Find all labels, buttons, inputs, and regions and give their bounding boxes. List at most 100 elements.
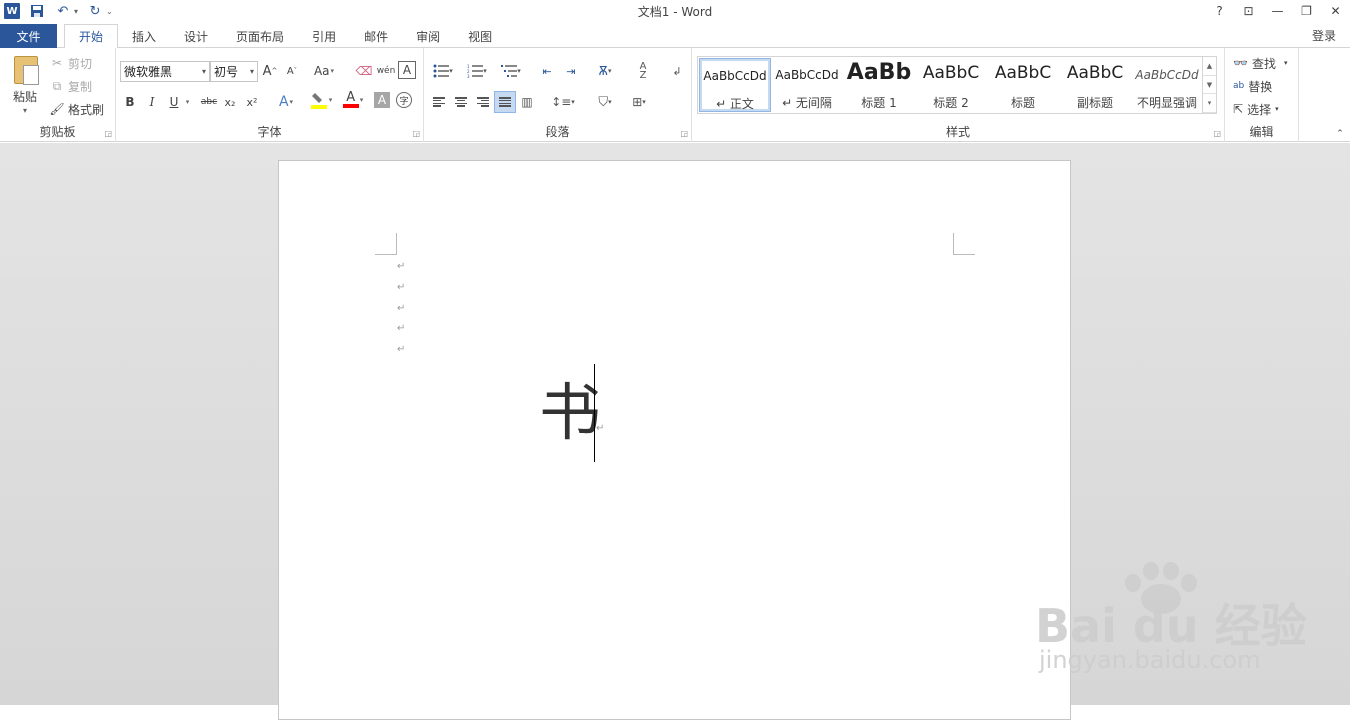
paste-label: 粘贴 (12, 90, 37, 104)
find-button[interactable]: 👓 查找 ▾ (1233, 52, 1287, 74)
restore-button[interactable]: ❐ (1292, 0, 1321, 22)
font-name-combo[interactable]: 微软雅黑 ▾ (120, 61, 210, 82)
cursor-arrow-icon: ⇱ (1233, 102, 1244, 116)
tab-view[interactable]: 视图 (454, 24, 506, 48)
tab-references[interactable]: 引用 (298, 24, 350, 48)
text-cursor (594, 364, 595, 462)
change-case-icon: Aa (313, 64, 330, 78)
style-heading-1[interactable]: AaBb 标题 1 (843, 58, 915, 112)
highlight-color-button[interactable]: ▾ (306, 90, 336, 110)
gallery-more-icon[interactable]: ▾ (1203, 94, 1216, 114)
tab-mailings[interactable]: 邮件 (350, 24, 402, 48)
paragraph-mark: ↵ (397, 323, 406, 334)
character-shading-button[interactable]: A (374, 92, 390, 108)
align-center-button[interactable] (450, 91, 472, 113)
enclose-characters-button[interactable]: 字 (396, 92, 412, 108)
svg-text:3: 3 (467, 74, 470, 78)
grow-font-icon: A (262, 63, 272, 79)
paste-button[interactable]: 粘贴 ▾ (6, 54, 44, 115)
sign-in-link[interactable]: 登录 (1312, 27, 1336, 44)
chinese-layout-button[interactable]: Ѫ ▾ (590, 60, 620, 82)
baidu-watermark: Bai du 经验 jingyan.baidu.com (1035, 560, 1307, 680)
decrease-indent-button[interactable]: ⇤ (536, 60, 558, 82)
close-button[interactable]: ✕ (1321, 0, 1350, 22)
numbering-button[interactable]: 1 2 3 ▾ (462, 60, 492, 82)
tab-file[interactable]: 文件 (0, 24, 57, 48)
tab-home[interactable]: 开始 (64, 24, 119, 49)
line-spacing-button[interactable]: ↕≡ ▾ (548, 91, 578, 113)
format-painter-button[interactable]: 🖌 格式刷 (49, 99, 104, 119)
show-formatting-marks-button[interactable]: ↲ (666, 60, 688, 82)
bullets-button[interactable]: ▾ (428, 60, 458, 82)
copy-label: 复制 (68, 79, 93, 94)
paste-dropdown-icon[interactable]: ▾ (6, 106, 44, 115)
font-launcher-icon[interactable]: ◲ (412, 129, 420, 138)
multilevel-list-button[interactable]: ▾ (496, 60, 526, 82)
cut-button[interactable]: ✂ 剪切 (50, 53, 92, 73)
clear-formatting-button[interactable]: ⌫ (354, 61, 374, 81)
underline-button[interactable]: U (164, 92, 184, 112)
subscript-button[interactable]: x₂ (220, 92, 240, 112)
help-button[interactable]: ? (1205, 0, 1234, 22)
italic-icon: I (149, 95, 155, 109)
styles-group-label: 样式 (945, 125, 970, 139)
minimize-button[interactable]: — (1263, 0, 1292, 22)
chevron-down-icon[interactable]: ▾ (250, 67, 254, 76)
title-bar: W ↶ ▾ ↻ ⌄ 文档1 - Word ? ⊡ — ❐ ✕ (0, 0, 1350, 22)
tab-page-layout[interactable]: 页面布局 (222, 24, 298, 48)
select-button[interactable]: ⇱ 选择 ▾ (1233, 98, 1279, 120)
bold-icon: B (125, 95, 135, 109)
strikethrough-button[interactable]: abc (198, 92, 220, 112)
distributed-button[interactable]: ▥ (516, 91, 538, 113)
tab-review[interactable]: 审阅 (402, 24, 454, 48)
tab-design[interactable]: 设计 (170, 24, 222, 48)
style-no-spacing[interactable]: AaBbCcDd ↵ 无间隔 (771, 58, 843, 112)
change-case-button[interactable]: Aa ▾ (310, 61, 338, 81)
gallery-down-icon[interactable]: ▼ (1203, 76, 1216, 95)
shading-button[interactable]: ⛉ ▾ (590, 91, 620, 113)
clipboard-launcher-icon[interactable]: ◲ (104, 129, 112, 138)
document-page[interactable]: ↵ ↵ ↵ ↵ ↵ 书 ↵ (278, 160, 1071, 720)
style-sample: AaBbCcDd (703, 69, 767, 83)
style-subtitle[interactable]: AaBbC 副标题 (1059, 58, 1131, 112)
bold-button[interactable]: B (120, 92, 140, 112)
style-subtle-emphasis[interactable]: AaBbCcDd 不明显强调 (1131, 58, 1203, 112)
phonetic-guide-button[interactable]: wén (376, 61, 396, 81)
clipboard-group: 粘贴 ▾ ✂ 剪切 ⧉ 复制 🖌 格式刷 剪贴板 ◲ (0, 48, 116, 142)
document-text[interactable]: 书 (539, 373, 601, 453)
collapse-ribbon-icon[interactable]: ⌃ (1330, 124, 1350, 144)
increase-indent-button[interactable]: ⇥ (560, 60, 582, 82)
styles-launcher-icon[interactable]: ◲ (1213, 129, 1221, 138)
font-size-combo[interactable]: 初号 ▾ (210, 61, 258, 82)
sort-button[interactable]: AZ (632, 60, 654, 82)
shrink-font-button[interactable]: Aˇ (282, 61, 302, 81)
style-normal[interactable]: AaBbCcDd ↵ 正文 (699, 58, 771, 112)
justify-button[interactable] (494, 91, 516, 113)
superscript-button[interactable]: x² (242, 92, 262, 112)
font-color-button[interactable]: A ▾ (338, 90, 368, 110)
underline-dropdown[interactable]: ▾ (182, 92, 192, 112)
italic-button[interactable]: I (142, 92, 162, 112)
clipboard-icon (14, 56, 39, 85)
paragraph-mark: ↵ (596, 423, 605, 434)
gallery-up-icon[interactable]: ▲ (1203, 57, 1216, 76)
font-name-value: 微软雅黑 (124, 65, 173, 79)
text-effects-button[interactable]: A ▾ (272, 92, 300, 112)
ribbon-tab-bar: 文件 开始 插入 设计 页面布局 引用 邮件 审阅 视图 登录 (0, 22, 1350, 49)
align-right-button[interactable] (472, 91, 494, 113)
style-title[interactable]: AaBbC 标题 (987, 58, 1059, 112)
margin-corner-top-left (375, 233, 397, 255)
ribbon-display-button[interactable]: ⊡ (1234, 0, 1263, 22)
align-left-button[interactable] (428, 91, 450, 113)
bullets-icon (433, 64, 450, 78)
replace-button[interactable]: ab 替换 (1233, 75, 1272, 97)
style-heading-2[interactable]: AaBbC 标题 2 (915, 58, 987, 112)
tab-insert[interactable]: 插入 (118, 24, 170, 48)
copy-button[interactable]: ⧉ 复制 (50, 76, 92, 96)
binoculars-icon: 👓 (1233, 56, 1248, 70)
character-border-button[interactable]: A (398, 61, 416, 79)
borders-button[interactable]: ⊞ ▾ (624, 91, 654, 113)
grow-font-button[interactable]: A ^ (260, 61, 280, 81)
paragraph-launcher-icon[interactable]: ◲ (680, 129, 688, 138)
chevron-down-icon[interactable]: ▾ (202, 67, 206, 76)
